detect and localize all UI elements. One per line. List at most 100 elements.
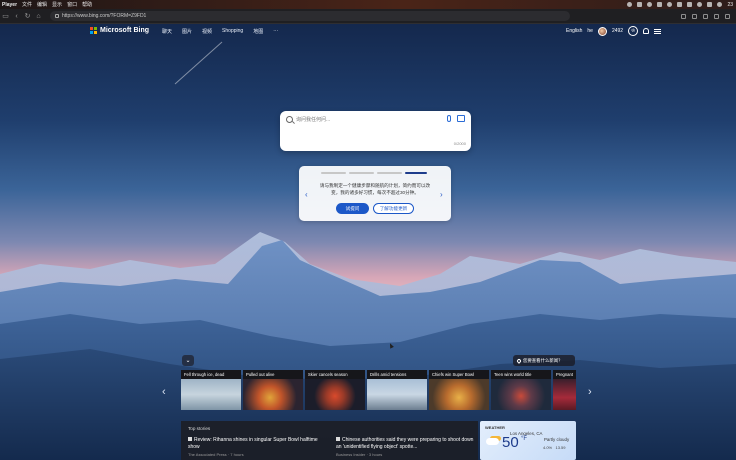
bing-logo[interactable]: Microsoft Bing (90, 27, 149, 34)
menu-window[interactable]: 窗口 (67, 1, 77, 8)
news-card-image (491, 379, 551, 410)
search-box: 0/2000 (280, 111, 471, 151)
news-source-icon (188, 437, 192, 441)
indicator-dot[interactable] (349, 172, 374, 174)
menu-help[interactable]: 帮助 (82, 1, 92, 8)
language-link[interactable]: English (566, 28, 582, 34)
status-icon[interactable] (637, 2, 643, 7)
precipitation-value: 4.0% (543, 445, 553, 450)
control-center-icon[interactable] (717, 2, 723, 7)
news-card-image (553, 379, 576, 410)
microsoft-logo-icon (90, 27, 97, 34)
indicator-dot[interactable] (321, 172, 346, 174)
news-card-caption: Skier cancels season (305, 370, 365, 379)
visual-search-icon[interactable] (457, 115, 465, 122)
lock-icon (55, 14, 59, 18)
back-icon[interactable]: ‹ (11, 13, 22, 20)
rewards-points[interactable]: 2492 (612, 28, 623, 34)
favorites-icon[interactable] (692, 13, 697, 19)
nav-chat[interactable]: 聊天 (162, 28, 172, 35)
news-card[interactable]: Pulled out alive (243, 370, 303, 410)
extensions-icon[interactable] (681, 13, 686, 19)
refresh-icon[interactable]: ↻ (22, 12, 33, 20)
nav-images[interactable]: 图片 (182, 28, 192, 35)
story-source: The Associated Press · 7 hours (188, 452, 244, 457)
top-stories-panel: Top stories Review: Rihanna shines in si… (181, 421, 478, 460)
wifi-icon[interactable] (697, 2, 703, 7)
location-pill-label: 您要查看什么新闻？ (523, 357, 563, 363)
collections-icon[interactable] (703, 13, 708, 19)
profile-icon[interactable] (714, 13, 719, 19)
search-input[interactable] (296, 114, 436, 125)
story-headline[interactable]: Chinese authorities said they were prepa… (336, 437, 473, 450)
tabs-icon[interactable]: ▭ (0, 12, 11, 20)
url-text[interactable]: https://www.bing.com/?FORM=Z9FD1 (62, 13, 146, 19)
more-icon[interactable] (725, 13, 730, 19)
avatar[interactable] (597, 26, 607, 36)
rewards-trophy-icon[interactable]: ♔ (628, 26, 639, 36)
weather-widget[interactable]: WEATHER Los Angeles, CA 50 °F Partly clo… (480, 421, 576, 460)
weather-temperature: 50 (502, 434, 519, 451)
news-card[interactable]: Chiefs win Super Bowl (429, 370, 489, 410)
news-card[interactable]: Skier cancels season (305, 370, 365, 410)
try-it-button[interactable]: 试提问 (336, 203, 369, 214)
hamburger-menu-icon[interactable] (654, 28, 662, 34)
top-stories-title: Top stories (188, 426, 211, 431)
search-icon[interactable] (707, 2, 713, 7)
indicator-dot[interactable] (377, 172, 402, 174)
status-icon[interactable] (677, 2, 683, 7)
news-card-image (429, 379, 489, 410)
microphone-icon[interactable] (447, 115, 451, 122)
news-card-image (181, 379, 241, 410)
weather-unit[interactable]: °F (521, 436, 527, 442)
menu-view[interactable]: 显示 (52, 1, 62, 8)
news-card-caption: Drills amid tensions (367, 370, 427, 379)
partly-cloudy-icon (486, 438, 499, 445)
news-card-image (243, 379, 303, 410)
home-icon[interactable]: ⌂ (33, 13, 44, 20)
app-menu-player[interactable]: Player (2, 2, 17, 8)
nav-videos[interactable]: 视频 (202, 28, 212, 35)
indicator-dot-active[interactable] (405, 172, 427, 174)
menu-edit[interactable]: 编辑 (37, 1, 47, 8)
news-card[interactable]: Drills amid tensions (367, 370, 427, 410)
story-item[interactable]: Review: Rihanna shines in singular Super… (188, 437, 326, 459)
story-source: Business Insider · 3 hours (336, 452, 383, 457)
carousel-indicator (321, 172, 427, 174)
status-icon[interactable] (657, 2, 663, 7)
chevron-right-icon[interactable]: › (440, 190, 443, 199)
nav-maps[interactable]: 地图 (253, 28, 263, 35)
brand-name: Microsoft Bing (100, 27, 149, 34)
browser-toolbar: ▭ ‹ ↻ ⌂ https://www.bing.com/?FORM=Z9FD1 (0, 9, 736, 24)
chevron-left-icon[interactable]: ‹ (305, 190, 308, 199)
learn-more-button[interactable]: 了解功能更新 (373, 203, 414, 214)
news-source-icon (336, 437, 340, 441)
nav-shopping[interactable]: Shopping (222, 28, 243, 35)
battery-icon[interactable] (687, 2, 693, 7)
collapse-feed-button[interactable]: ⌄ (182, 355, 194, 366)
news-card-image (367, 379, 427, 410)
wind-value: 13.59 (555, 445, 566, 450)
news-card[interactable]: Pregnant (553, 370, 576, 410)
carousel-next-icon[interactable]: › (588, 386, 592, 398)
nav-more[interactable]: ··· (273, 28, 278, 35)
search-icon (286, 116, 293, 123)
address-bar[interactable]: https://www.bing.com/?FORM=Z9FD1 (50, 11, 570, 21)
news-location-button[interactable]: 您要查看什么新闻？ (513, 355, 575, 366)
news-card[interactable]: Fell through ice, dead (181, 370, 241, 410)
carousel-prev-icon[interactable]: ‹ (162, 386, 166, 398)
story-item[interactable]: Chinese authorities said they were prepa… (336, 437, 474, 459)
news-card-caption: Fell through ice, dead (181, 370, 241, 379)
weather-condition: Partly cloudy (544, 437, 570, 442)
status-icon[interactable] (627, 2, 633, 7)
news-card-caption: Teen wins world title (491, 370, 551, 379)
news-card[interactable]: Teen wins world title (491, 370, 551, 410)
menu-file[interactable]: 文件 (22, 1, 32, 8)
user-initial[interactable]: he (587, 28, 593, 34)
menu-clock[interactable]: 23 (727, 2, 733, 8)
status-icon[interactable] (667, 2, 673, 7)
news-card-caption: Chiefs win Super Bowl (429, 370, 489, 379)
status-icon[interactable] (647, 2, 653, 7)
story-headline[interactable]: Review: Rihanna shines in singular Super… (188, 437, 318, 450)
notification-bell-icon[interactable] (643, 28, 650, 34)
